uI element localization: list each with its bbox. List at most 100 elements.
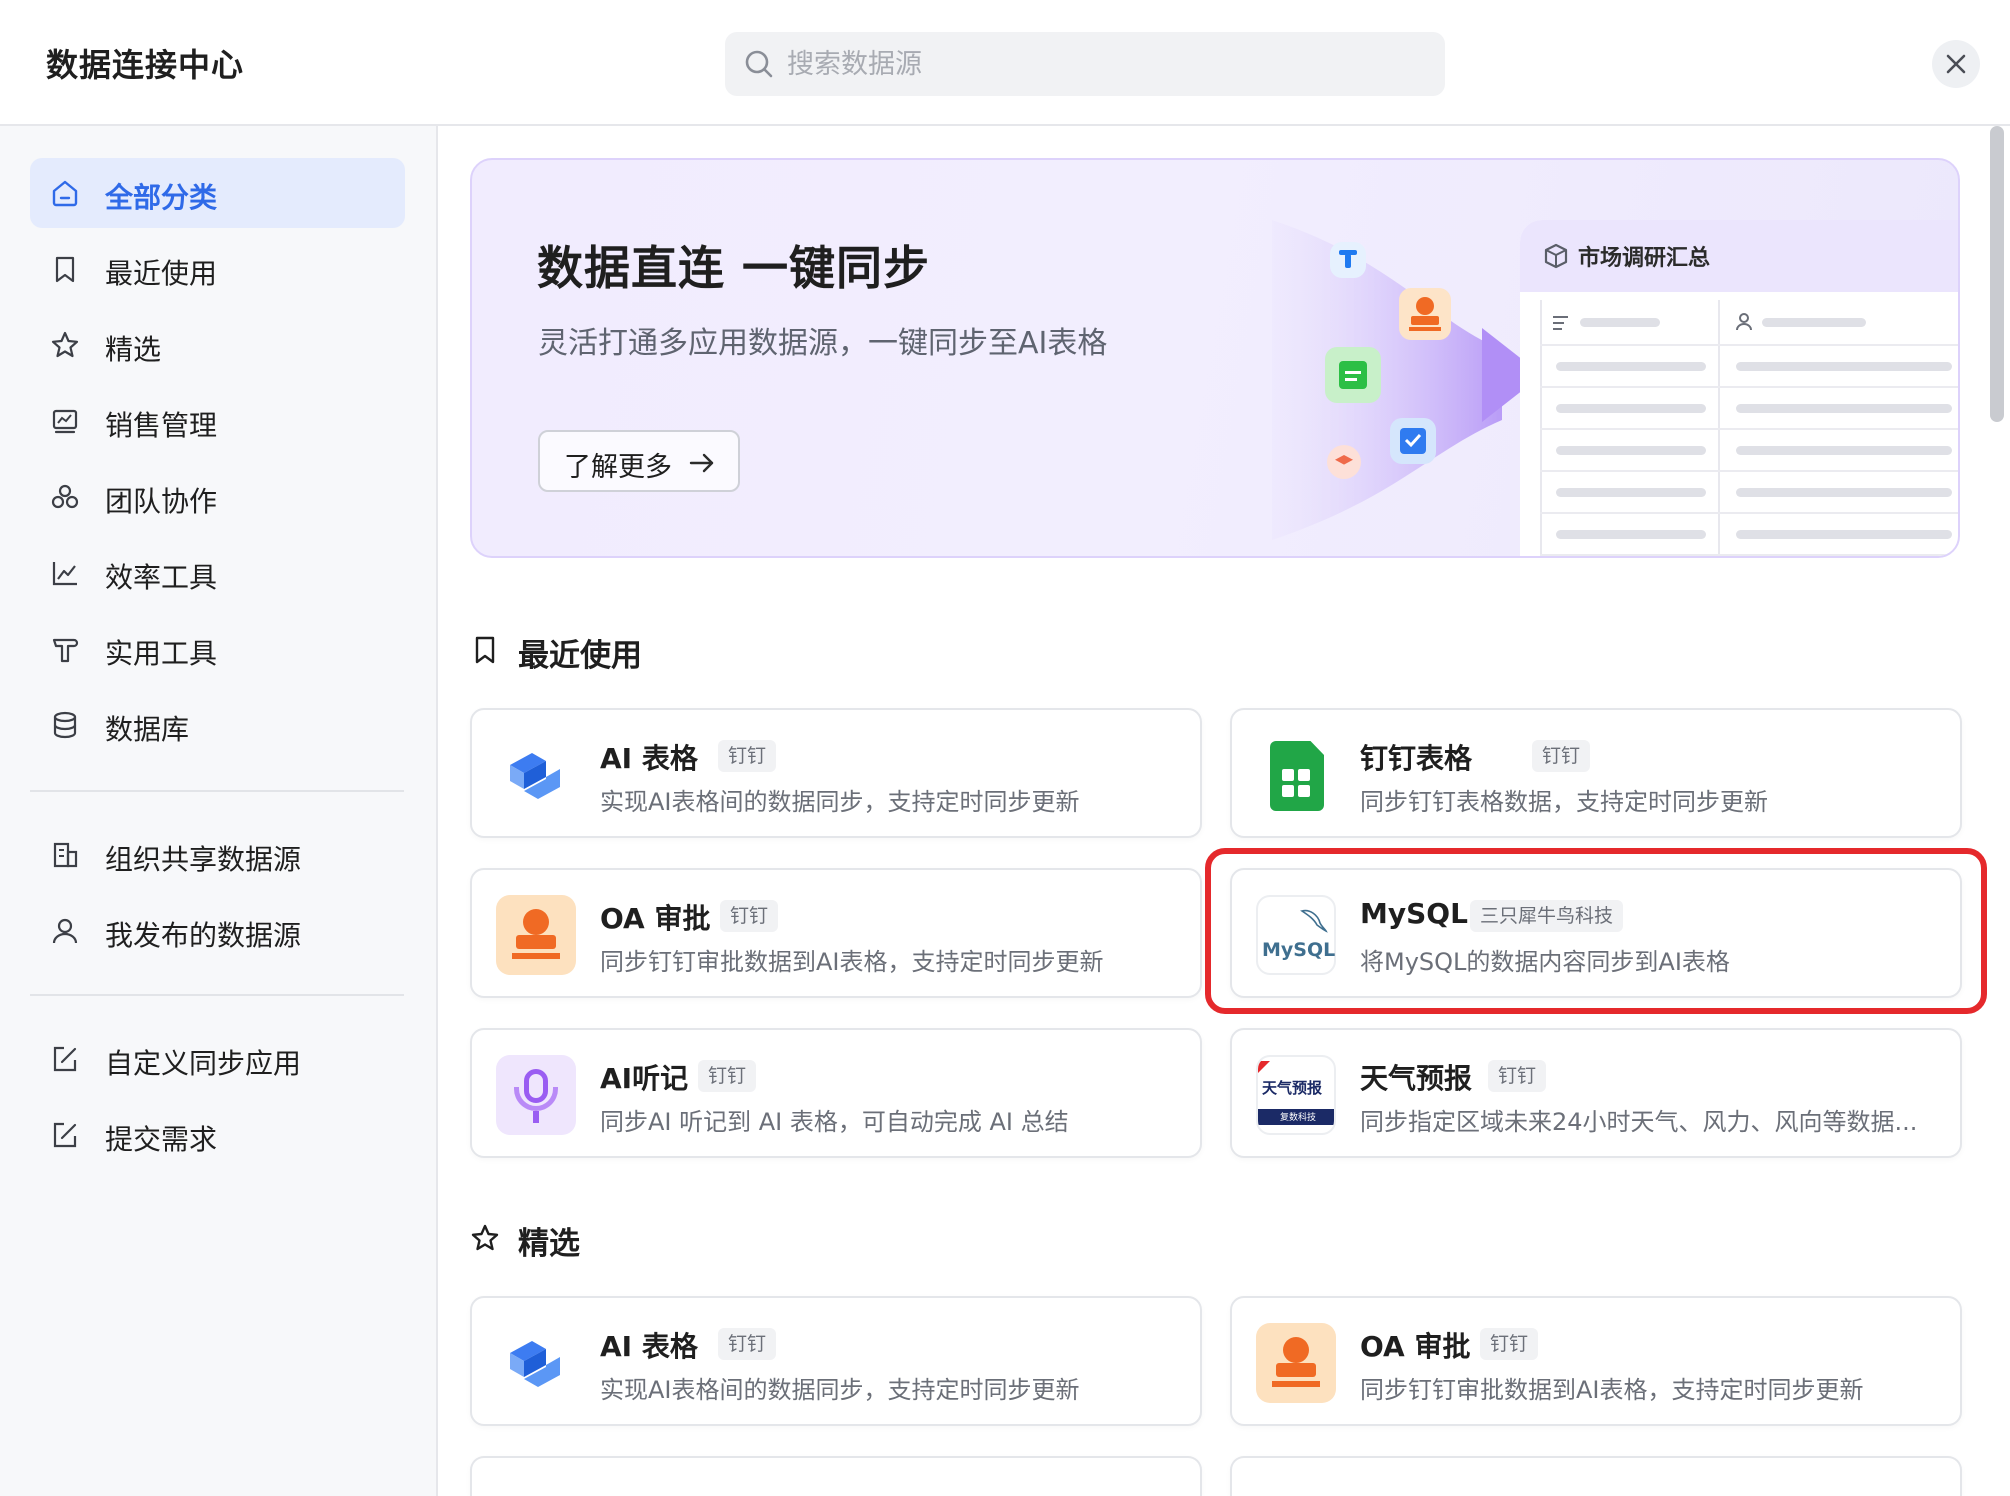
- sidebar-item-label: 精选: [105, 333, 162, 366]
- source-card[interactable]: AI 表格 钉钉 实现AI表格间的数据同步，支持定时同步更新: [470, 1296, 1202, 1426]
- sidebar-item-label: 组织共享数据源: [105, 843, 302, 876]
- card-title: 钉钉表格: [1360, 742, 1473, 775]
- source-card[interactable]: OA 审批 钉钉 同步钉钉审批数据到AI表格，支持定时同步更新: [1230, 1296, 1962, 1426]
- sidebar-item-label: 全部分类: [105, 181, 218, 214]
- dingtalk-sheet-logo: [1256, 735, 1336, 815]
- sidebar-item-team[interactable]: 团队协作: [30, 462, 405, 532]
- home-icon: [52, 180, 78, 207]
- header: 数据连接中心: [0, 0, 2010, 126]
- approval-app-icon: [1399, 288, 1451, 340]
- calendar-app-icon: [1325, 347, 1381, 403]
- search-icon: [745, 50, 773, 78]
- weather-logo-subtext: 复数科技: [1280, 1113, 1317, 1123]
- tool-icon: [52, 638, 79, 663]
- card-tag: 钉钉: [718, 1328, 777, 1360]
- search-box[interactable]: [725, 32, 1445, 96]
- database-icon: [53, 711, 77, 739]
- banner-subtitle: 灵活打通多应用数据源，一键同步至AI表格: [538, 326, 1108, 361]
- sidebar-item-database[interactable]: 数据库: [30, 690, 405, 760]
- ai-table-logo: [510, 753, 560, 799]
- sidebar-item-my-published[interactable]: 我发布的数据源: [30, 896, 405, 966]
- card-description: 同步钉钉审批数据到AI表格，支持定时同步更新: [600, 948, 1104, 976]
- card-title: AI 表格: [600, 742, 698, 775]
- card-tag: 钉钉: [698, 1060, 757, 1092]
- edit-icon: [53, 1122, 77, 1148]
- sidebar-item-label: 实用工具: [105, 637, 218, 670]
- sidebar-item-tools[interactable]: 实用工具: [30, 614, 405, 684]
- sidebar: 全部分类 最近使用 精选 销售管理 团队协作 效率工具 实用工具 数据库 组织共…: [0, 126, 438, 1496]
- sidebar-item-sales[interactable]: 销售管理: [30, 386, 405, 456]
- card-tag: 钉钉: [1532, 740, 1591, 772]
- table-preview-title: 市场调研汇总: [1578, 246, 1711, 271]
- sidebar-item-custom-sync[interactable]: 自定义同步应用: [30, 1024, 405, 1094]
- sidebar-item-label: 数据库: [105, 713, 190, 746]
- source-card[interactable]: 钉钉表格 钉钉 同步钉钉表格数据，支持定时同步更新: [1230, 708, 1962, 838]
- building-icon: [53, 842, 78, 868]
- card-description: 同步AI 听记到 AI 表格，可自动完成 AI 总结: [600, 1108, 1069, 1136]
- source-card-partial[interactable]: [1230, 1456, 1962, 1496]
- sidebar-item-label: 提交需求: [105, 1123, 218, 1156]
- mysql-highlight-box: [1205, 848, 1987, 1014]
- sidebar-item-all[interactable]: 全部分类: [30, 158, 405, 228]
- ai-table-logo: [510, 1341, 560, 1387]
- sidebar-item-label: 我发布的数据源: [105, 919, 302, 952]
- source-card-partial[interactable]: [470, 1456, 1202, 1496]
- table-preview-card: 市场调研汇总: [1520, 220, 1958, 556]
- trend-icon: [52, 562, 77, 586]
- sidebar-item-recent[interactable]: 最近使用: [30, 234, 405, 304]
- card-tag: 钉钉: [718, 740, 777, 772]
- source-card[interactable]: 天气预报 复数科技 天气预报 钉钉 同步指定区域未来24小时天气、风力、风向等数…: [1230, 1028, 1962, 1158]
- sidebar-item-efficiency[interactable]: 效率工具: [30, 538, 405, 608]
- card-tag: 钉钉: [720, 900, 779, 932]
- section-title-label: 最近使用: [518, 638, 642, 674]
- source-card[interactable]: AI 表格 钉钉 实现AI表格间的数据同步，支持定时同步更新: [470, 708, 1202, 838]
- card-tag: 钉钉: [1488, 1060, 1547, 1092]
- app-title: 数据连接中心: [46, 46, 245, 84]
- close-button[interactable]: [1932, 40, 1980, 88]
- list-icon: [1553, 316, 1568, 330]
- task-app-icon: [1390, 418, 1436, 464]
- card-title: OA 审批: [1360, 1330, 1471, 1363]
- sidebar-item-label: 自定义同步应用: [105, 1047, 302, 1080]
- promo-banner: 数据直连 一键同步 灵活打通多应用数据源，一键同步至AI表格 了解更多 市场调研…: [470, 158, 1960, 558]
- sidebar-item-org-shared[interactable]: 组织共享数据源: [30, 820, 405, 890]
- card-description: 同步钉钉表格数据，支持定时同步更新: [1360, 788, 1768, 816]
- card-title: AI听记: [600, 1062, 689, 1095]
- sync-funnel-illustration: [1272, 220, 1542, 540]
- search-input[interactable]: [787, 32, 1427, 96]
- teambition-app-icon: [1330, 242, 1366, 278]
- chart-board-icon: [52, 409, 78, 434]
- sidebar-item-featured[interactable]: 精选: [30, 310, 405, 380]
- card-title: AI 表格: [600, 1330, 698, 1363]
- sidebar-item-submit-request[interactable]: 提交需求: [30, 1100, 405, 1170]
- sidebar-divider: [30, 994, 404, 996]
- section-title-label: 精选: [518, 1226, 580, 1262]
- weather-logo: 天气预报 复数科技: [1256, 1055, 1336, 1135]
- sidebar-item-label: 最近使用: [105, 257, 218, 290]
- user-icon: [52, 918, 78, 944]
- learn-more-button[interactable]: 了解更多: [538, 430, 740, 492]
- banner-title: 数据直连 一键同步: [537, 241, 931, 295]
- sidebar-item-label: 团队协作: [105, 485, 218, 518]
- scrollbar-thumb[interactable]: [1990, 126, 2004, 422]
- oa-approval-logo: [496, 895, 576, 975]
- ai-minutes-logo: [496, 1055, 576, 1135]
- source-card[interactable]: AI听记 钉钉 同步AI 听记到 AI 表格，可自动完成 AI 总结: [470, 1028, 1202, 1158]
- card-description: 实现AI表格间的数据同步，支持定时同步更新: [600, 1376, 1080, 1404]
- main-content: 数据直连 一键同步 灵活打通多应用数据源，一键同步至AI表格 了解更多 市场调研…: [440, 128, 1985, 1496]
- source-card[interactable]: OA 审批 钉钉 同步钉钉审批数据到AI表格，支持定时同步更新: [470, 868, 1202, 998]
- cube-icon: [1544, 243, 1568, 269]
- sidebar-item-label: 销售管理: [105, 409, 218, 442]
- card-description: 实现AI表格间的数据同步，支持定时同步更新: [600, 788, 1080, 816]
- team-icon: [51, 484, 79, 509]
- bookmark-icon: [55, 256, 75, 283]
- edit-icon: [53, 1046, 77, 1072]
- table-preview-header: 市场调研汇总: [1520, 220, 1958, 292]
- bookmark-icon: [475, 636, 495, 664]
- card-tag: 钉钉: [1480, 1328, 1539, 1360]
- education-app-icon: [1327, 445, 1361, 479]
- learn-more-label: 了解更多: [564, 452, 672, 483]
- card-title: OA 审批: [600, 902, 711, 935]
- sidebar-item-label: 效率工具: [105, 561, 218, 594]
- star-icon: [471, 1224, 499, 1251]
